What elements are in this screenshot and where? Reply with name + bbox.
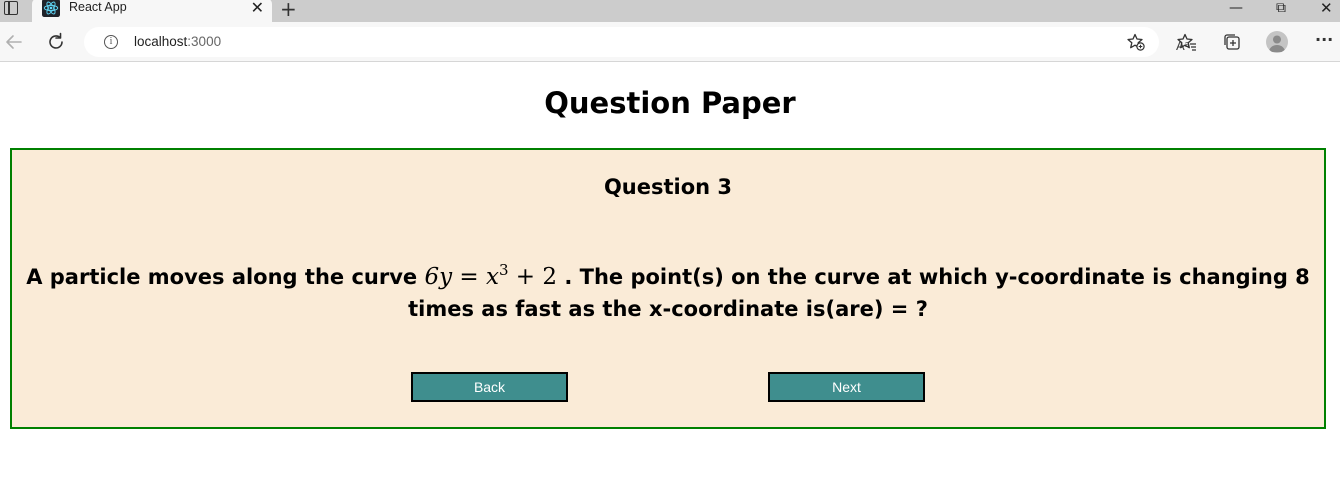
back-arrow-icon[interactable]	[3, 31, 25, 53]
browser-toolbar: i localhost:3000 Aᵃ ···	[0, 22, 1340, 62]
question-text-before: A particle moves along the curve	[26, 265, 425, 289]
more-options-icon[interactable]: ···	[1315, 30, 1333, 50]
equation-lhs: 6y = x	[424, 264, 499, 290]
profile-avatar-icon[interactable]	[1266, 31, 1288, 53]
tab-actions-icon[interactable]	[4, 1, 18, 15]
tab-title: React App	[69, 0, 127, 14]
favorites-icon[interactable]	[1177, 32, 1197, 52]
question-card: Question 3 A particle moves along the cu…	[10, 148, 1326, 429]
question-number: Question 3	[603, 175, 733, 199]
question-equation: 6y = x3 + 2	[424, 261, 558, 291]
tab-close-icon[interactable]: ✕	[251, 0, 264, 18]
browser-tab[interactable]: React App ✕	[32, 0, 272, 22]
tab-strip: React App ✕ + — ⧉ ✕	[0, 0, 1340, 22]
url-port: :3000	[187, 34, 222, 49]
collections-icon[interactable]	[1222, 32, 1242, 52]
refresh-icon[interactable]	[45, 31, 67, 53]
back-button[interactable]: Back	[411, 372, 568, 402]
window-close-icon[interactable]: ✕	[1320, 0, 1333, 17]
site-info-icon[interactable]: i	[104, 35, 118, 49]
add-favorite-icon[interactable]	[1126, 32, 1146, 52]
equation-exponent: 3	[498, 261, 509, 279]
react-logo-icon	[42, 0, 60, 17]
equation-rhs: + 2	[508, 264, 558, 290]
window-restore-icon[interactable]: ⧉	[1276, 0, 1286, 17]
url-host: localhost	[134, 34, 188, 49]
new-tab-icon[interactable]: +	[280, 0, 297, 20]
page-title: Question Paper	[544, 86, 796, 120]
question-text: A particle moves along the curve 6y = x3…	[18, 261, 1318, 325]
url-text[interactable]: localhost:3000	[134, 34, 221, 49]
next-button[interactable]: Next	[768, 372, 925, 402]
address-bar[interactable]: i localhost:3000 Aᵃ	[84, 27, 1190, 57]
window-minimize-icon[interactable]: —	[1229, 0, 1243, 17]
